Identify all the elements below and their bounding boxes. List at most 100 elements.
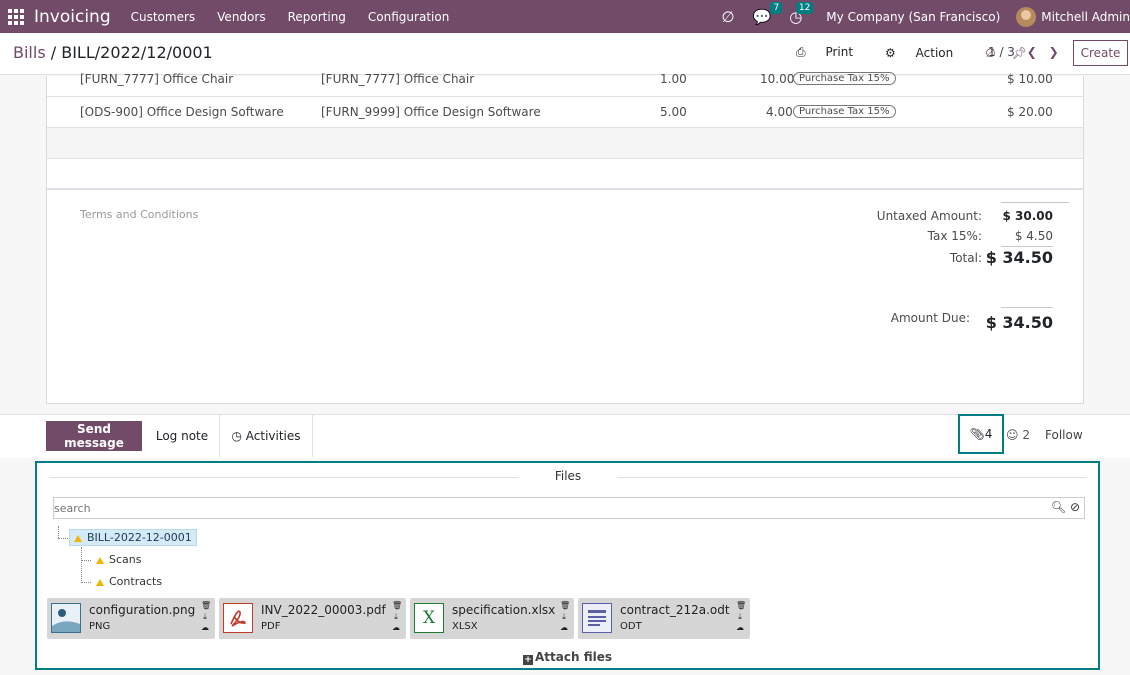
messages-badge: 7 <box>770 1 783 14</box>
trash-icon[interactable]: 🗑︎ <box>392 601 402 610</box>
company-switcher[interactable]: My Company (San Francisco) <box>826 10 1000 24</box>
pager-value[interactable]: 1 / 3 <box>988 45 1015 59</box>
breadcrumb-current: BILL/2022/12/0001 <box>61 43 213 62</box>
clear-search-icon[interactable]: ⊘ <box>1070 500 1080 514</box>
empty-line-row <box>47 128 1083 159</box>
pager-next-icon[interactable]: ❯ <box>1049 45 1059 59</box>
breadcrumb: Bills / BILL/2022/12/0001 <box>13 43 213 62</box>
line-subtotal: $ 10.00 <box>1007 72 1053 86</box>
file-type: XLSX <box>452 621 478 632</box>
attach-files-label: Attach files <box>535 650 612 664</box>
file-name: configuration.png <box>89 603 196 617</box>
tree-folder-contracts[interactable]: Contracts <box>96 575 162 588</box>
follow-button[interactable]: Follow <box>1045 428 1083 442</box>
activities-badge: 12 <box>795 1 814 14</box>
invoice-line-row[interactable]: [FURN_7777] Office Chair [FURN_7777] Off… <box>47 66 1083 97</box>
file-type: ODT <box>620 621 642 632</box>
tax-label: Tax 15%: <box>927 229 982 243</box>
messages-icon[interactable]: 💬 7 <box>753 1 783 26</box>
menu-configuration[interactable]: Configuration <box>368 10 449 24</box>
activities-label: Activities <box>245 429 301 443</box>
activities-button[interactable]: ◷ Activities <box>219 415 313 457</box>
upload-cloud-icon[interactable]: ☁ <box>201 623 209 632</box>
tree-connector <box>81 560 91 561</box>
trash-icon[interactable]: 🗑︎ <box>201 601 211 610</box>
send-message-button[interactable]: Send message <box>46 421 142 451</box>
file-card[interactable]: INV_2022_00003.pdf PDF 🗑︎ ⤓ ☁ <box>219 598 406 639</box>
download-icon[interactable]: ⤓ <box>394 612 398 621</box>
user-name: Mitchell Admin <box>1041 9 1130 24</box>
user-avatar <box>1016 6 1037 27</box>
upload-cloud-icon[interactable]: ☁ <box>560 623 568 632</box>
download-icon[interactable]: ⤓ <box>738 612 742 621</box>
print-button[interactable]: ⎙ Print <box>796 45 869 60</box>
tree-folder-root[interactable]: BILL-2022-12-0001 <box>69 529 197 546</box>
line-quantity: 5.00 <box>660 105 687 119</box>
tree-connector <box>81 547 82 583</box>
trash-icon[interactable]: 🗑︎ <box>736 601 746 610</box>
menu-vendors[interactable]: Vendors <box>217 10 265 24</box>
chatter-topbar: Send message Log note ◷ Activities 📎︎ 4 … <box>0 414 1130 458</box>
tree-connector <box>58 538 68 539</box>
menu-reporting[interactable]: Reporting <box>288 10 346 24</box>
amount-due-value: $ 34.50 <box>985 313 1053 332</box>
file-name: contract_212a.odt <box>620 603 730 617</box>
line-subtotal: $ 20.00 <box>1007 105 1053 119</box>
attach-files-button[interactable]: + Attach files <box>37 650 1098 665</box>
amount-due-label: Amount Due: <box>890 311 970 325</box>
pager-previous-icon[interactable]: ❮ <box>1027 45 1037 59</box>
files-search-input[interactable] <box>54 498 1034 518</box>
log-note-button[interactable]: Log note <box>146 421 218 451</box>
follower-count: 2 <box>1022 428 1030 442</box>
file-card[interactable]: X specification.xlsx XLSX 🗑︎ ⤓ ☁ <box>410 598 574 639</box>
image-icon <box>51 603 81 633</box>
top-navbar: Invoicing Customers Vendors Reporting Co… <box>0 0 1130 33</box>
download-icon[interactable]: ⤓ <box>562 612 566 621</box>
excel-icon: X <box>414 603 444 633</box>
file-card[interactable]: contract_212a.odt ODT 🗑︎ ⤓ ☁ <box>578 598 750 639</box>
line-tax-tag: Purchase Tax 15% <box>793 105 896 118</box>
total-value: $ 34.50 <box>985 248 1053 267</box>
paperclip-icon: 📎︎ <box>969 427 985 441</box>
gear-icon: ⚙ <box>885 45 896 60</box>
line-price: 10.00 <box>760 72 795 86</box>
line-label: [FURN_7777] Office Chair <box>321 72 475 86</box>
total-label: Total: <box>949 251 982 265</box>
app-name[interactable]: Invoicing <box>34 7 111 27</box>
untaxed-amount-value: $ 30.00 <box>1002 209 1053 223</box>
upload-cloud-icon[interactable]: ☁ <box>736 623 744 632</box>
upload-cloud-icon[interactable]: ☁ <box>392 623 400 632</box>
attachments-button[interactable]: 📎︎ 4 <box>958 414 1004 454</box>
tax-value: $ 4.50 <box>1014 229 1053 243</box>
sync-icon[interactable]: ∅ <box>721 8 734 26</box>
total-divider <box>1001 246 1053 247</box>
file-card[interactable]: configuration.png PNG 🗑︎ ⤓ ☁ <box>47 598 215 639</box>
google-drive-icon <box>74 534 82 542</box>
google-drive-icon <box>96 556 104 564</box>
apps-menu-icon[interactable] <box>8 8 30 25</box>
invoice-line-row[interactable]: [ODS-900] Office Design Software [FURN_9… <box>47 97 1083 128</box>
file-name: INV_2022_00003.pdf <box>261 603 386 617</box>
action-button[interactable]: ⚙ Action <box>885 46 969 60</box>
create-button[interactable]: Create <box>1073 40 1128 66</box>
user-icon: ☺ <box>1006 428 1019 442</box>
plus-square-icon: + <box>523 655 533 665</box>
download-icon[interactable]: ⤓ <box>203 612 207 621</box>
line-price: 4.00 <box>766 105 793 119</box>
line-product: [FURN_7777] Office Chair <box>80 72 234 86</box>
breadcrumb-bills-link[interactable]: Bills <box>13 43 46 62</box>
user-menu[interactable]: Mitchell Admin <box>1016 6 1130 27</box>
followers-button[interactable]: ☺ 2 <box>1006 428 1030 442</box>
tree-connector <box>58 526 59 538</box>
terms-and-conditions-field[interactable]: Terms and Conditions <box>80 208 198 221</box>
menu-customers[interactable]: Customers <box>131 10 196 24</box>
bill-form-sheet: [FURN_7777] Office Chair [FURN_7777] Off… <box>46 72 1084 404</box>
activities-clock-icon[interactable]: ◷ 12 <box>789 1 814 26</box>
attachment-count: 4 <box>984 427 993 441</box>
trash-icon[interactable]: 🗑︎ <box>560 601 570 610</box>
file-type: PNG <box>89 621 111 632</box>
google-drive-icon <box>96 578 104 586</box>
tree-folder-scans[interactable]: Scans <box>96 553 141 566</box>
search-icon[interactable]: 🔍︎ <box>1051 500 1066 514</box>
pdf-icon <box>223 603 253 633</box>
